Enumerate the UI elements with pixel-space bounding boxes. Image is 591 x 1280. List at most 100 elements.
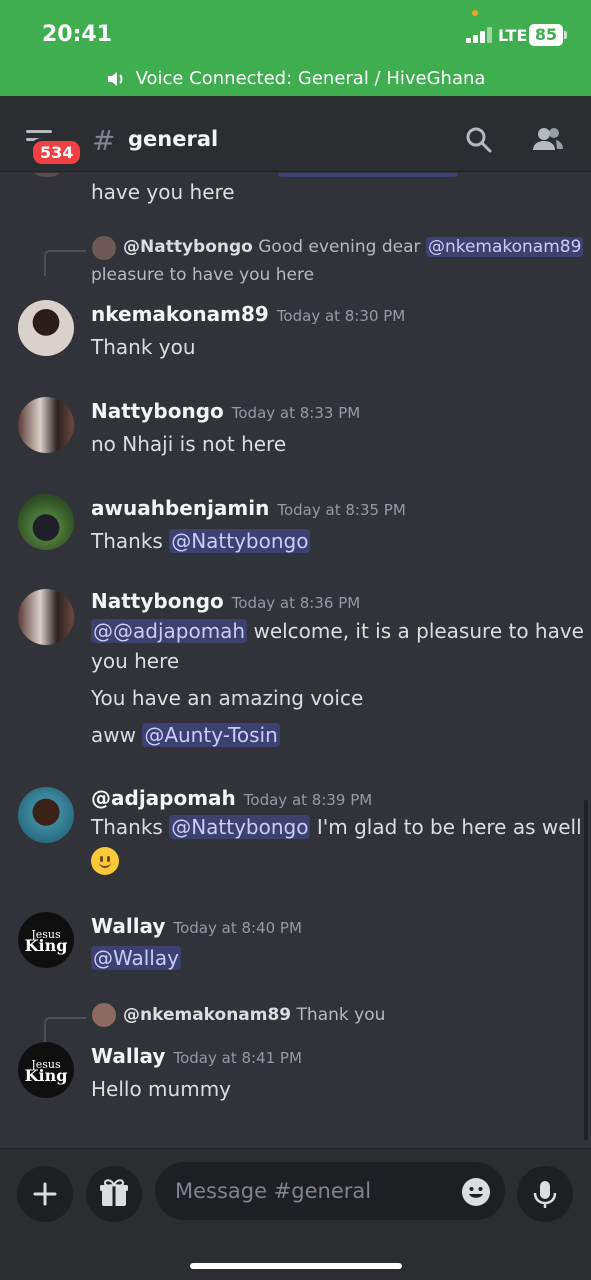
voice-status-banner[interactable]: 20:41 LTE 85 Voice Connected: General / … [0, 0, 591, 96]
notification-badge: 534 [30, 138, 84, 167]
network-type: LTE [498, 26, 528, 45]
mention[interactable]: @Nattybongo [169, 529, 311, 553]
mention[interactable]: @Nattybongo [169, 815, 311, 839]
gift-button[interactable] [86, 1166, 142, 1222]
channel-title[interactable]: general [128, 127, 218, 151]
message-text-part: Thanks [91, 815, 170, 839]
message-text: Hello mummy [91, 1077, 232, 1101]
message-item: Nattybongo Today at 8:36 PM @@adjapomah w… [0, 586, 591, 756]
message-item: Nattybongo Today at 8:33 PM no Nhaji is n… [0, 395, 591, 475]
message-item: nkemakonam89 Today at 8:30 PM Thank you [0, 298, 591, 378]
reply-preview[interactable]: @nkemakonam89 Thank you [123, 1005, 385, 1025]
author-name[interactable]: Wallay [91, 1044, 165, 1068]
message-item: @adjapomah Today at 8:39 PM Thanks @Natty… [0, 783, 591, 893]
reply-text: Thank you [296, 1005, 386, 1025]
message-item: Jesus King Wallay Today at 8:41 PM Hello … [0, 1040, 591, 1120]
avatar[interactable] [18, 589, 74, 645]
mention[interactable]: @Aunty-Tosin [142, 723, 280, 747]
message-text: Thank you [91, 335, 196, 359]
timestamp: Today at 8:39 PM [243, 791, 373, 809]
slightly-smiling-emoji-icon [91, 847, 119, 875]
home-indicator[interactable] [190, 1263, 402, 1269]
message-item: Jesus King Wallay Today at 8:40 PM @Walla… [0, 910, 591, 990]
author-name[interactable]: Nattybongo [91, 589, 224, 613]
speaker-icon [107, 72, 123, 86]
timestamp: Today at 8:35 PM [277, 501, 406, 519]
message-list[interactable]: have you here @Nattybongo Good evening d… [0, 173, 591, 1148]
avatar [30, 173, 64, 177]
message-input[interactable]: Message #general [155, 1162, 505, 1220]
message-text: @@adjapomah welcome, it is a pleasure to… [91, 619, 584, 643]
reply-author: @Nattybongo [123, 237, 253, 257]
message-header: @adjapomah Today at 8:39 PM [91, 786, 372, 810]
emoji-picker-icon[interactable] [461, 1177, 491, 1207]
message-text-line: aww @Aunty-Tosin [91, 723, 280, 747]
signal-icon [466, 27, 494, 43]
message-input-placeholder: Message #general [175, 1179, 372, 1203]
voice-connected-text: Voice Connected: General / HiveGhana [135, 68, 486, 89]
avatar[interactable]: Jesus King [18, 1042, 74, 1098]
author-name[interactable]: nkemakonam89 [91, 302, 269, 326]
timestamp: Today at 8:36 PM [231, 594, 361, 612]
message-text-continued: you here [91, 649, 180, 673]
avatar-text: King [24, 1066, 68, 1085]
message-partial: have you here [0, 173, 591, 213]
message-text: @Wallay [91, 946, 181, 970]
author-name[interactable]: Wallay [91, 914, 165, 938]
timestamp: Today at 8:40 PM [173, 919, 302, 937]
mention[interactable]: @nkemakonam89 [425, 237, 584, 257]
reply-connector [44, 250, 86, 276]
message-header: Nattybongo Today at 8:36 PM [91, 589, 360, 613]
message-header: awuahbenjamin Today at 8:35 PM [91, 496, 406, 520]
battery-tip [564, 31, 567, 39]
avatar[interactable] [18, 300, 74, 356]
author-name[interactable]: awuahbenjamin [91, 496, 269, 520]
avatar-text: King [24, 936, 68, 955]
message-text-line: You have an amazing voice [91, 686, 364, 710]
avatar[interactable] [18, 397, 74, 453]
reply-preview[interactable]: @Nattybongo Good evening dear @nkemakona… [123, 237, 584, 257]
reply-author: @nkemakonam89 [123, 1005, 292, 1025]
author-name[interactable]: Nattybongo [91, 399, 224, 423]
author-name[interactable]: @adjapomah [91, 786, 236, 810]
message-text: no Nhaji is not here [91, 432, 287, 456]
avatar[interactable]: Jesus King [18, 912, 74, 968]
avatar[interactable] [18, 787, 74, 843]
message-header: Wallay Today at 8:40 PM [91, 914, 302, 938]
message-text: Thanks @Nattybongo [91, 529, 311, 553]
reply-avatar [92, 1003, 116, 1027]
voice-connected-bar[interactable]: Voice Connected: General / HiveGhana [0, 68, 591, 89]
microphone-icon [533, 1181, 557, 1208]
message-text-part: I'm glad to be here as well [310, 815, 582, 839]
message-text: Thanks @Nattybongo I'm glad to be here a… [91, 815, 582, 839]
timestamp: Today at 8:33 PM [231, 404, 361, 422]
privacy-indicator-dot [472, 10, 478, 16]
message-text-part: aww [91, 723, 143, 747]
message-header: nkemakonam89 Today at 8:30 PM [91, 302, 405, 326]
message-text: have you here [91, 180, 235, 204]
scrollbar[interactable] [584, 800, 588, 1140]
channel-header: 534 # general [0, 96, 591, 172]
search-icon[interactable] [465, 126, 493, 154]
message-header: Nattybongo Today at 8:33 PM [91, 399, 360, 423]
reply-text-continued: pleasure to have you here [91, 265, 315, 285]
status-time: 20:41 [42, 22, 113, 47]
battery-icon: 85 [529, 24, 563, 46]
members-icon[interactable] [532, 126, 564, 154]
timestamp: Today at 8:41 PM [173, 1049, 302, 1067]
mention[interactable]: @@adjapomah [91, 619, 248, 643]
plus-icon [33, 1182, 57, 1206]
mention[interactable]: @Wallay [91, 946, 181, 970]
message-text-part: welcome, it is a pleasure to have [247, 619, 584, 643]
message-header: Wallay Today at 8:41 PM [91, 1044, 302, 1068]
avatar[interactable] [18, 494, 74, 550]
add-attachment-button[interactable] [17, 1166, 73, 1222]
reply-avatar [92, 236, 116, 260]
voice-message-button[interactable] [517, 1166, 573, 1222]
reply-text: Good evening dear [258, 237, 426, 257]
mention-partial [278, 173, 458, 177]
timestamp: Today at 8:30 PM [276, 307, 406, 325]
message-item: awuahbenjamin Today at 8:35 PM Thanks @Na… [0, 492, 591, 572]
message-text-part: Thanks [91, 529, 170, 553]
gift-icon [100, 1179, 128, 1206]
